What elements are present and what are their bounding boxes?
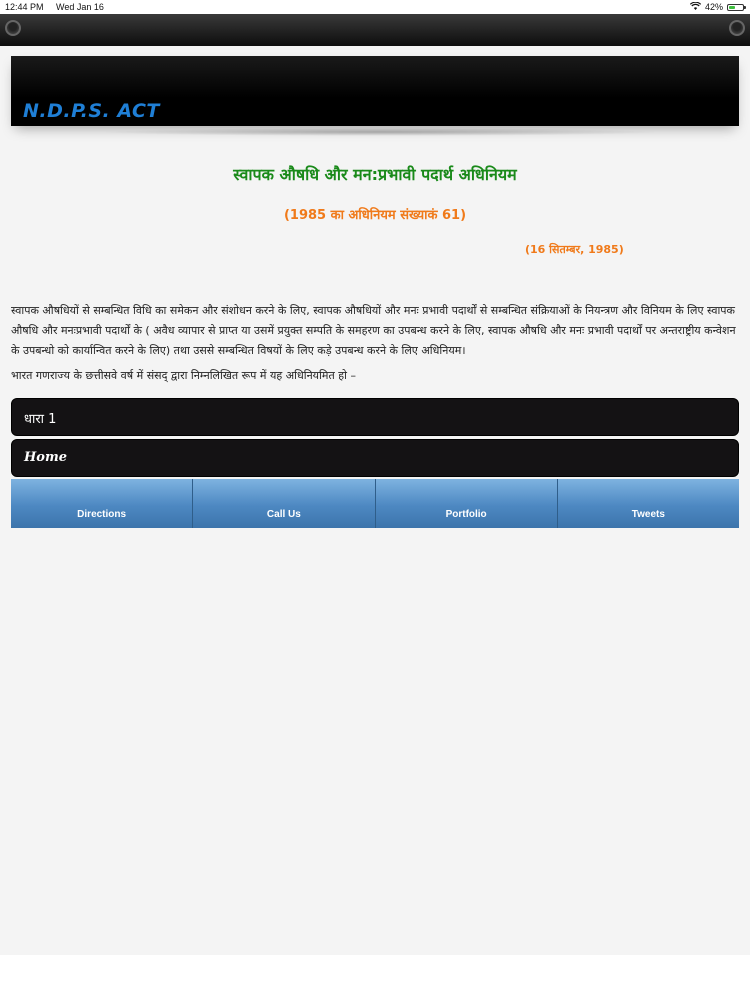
tab-label: Portfolio: [445, 509, 487, 520]
act-number: (1985 का अधिनियम संख्याकं 61): [283, 208, 467, 223]
wifi-icon: [689, 1, 702, 12]
battery-percent: 42%: [704, 2, 723, 12]
home-button[interactable]: Home: [11, 439, 739, 477]
app-toolbar: [0, 14, 750, 46]
act-date: (16 सितम्बर, 1985): [525, 243, 624, 256]
battery-icon: [727, 3, 746, 11]
act-title: स्वापक औषधि और मन:प्रभावी पदार्थ अधिनियम: [233, 165, 517, 184]
menu-button[interactable]: [729, 20, 745, 36]
tab-tweets[interactable]: Tweets: [557, 479, 739, 528]
header-banner: N.D.P.S. ACT: [11, 56, 739, 126]
back-button[interactable]: [5, 20, 21, 36]
status-bar: 12:44 PM Wed Jan 16 42%: [0, 0, 750, 14]
bottom-strip: [0, 955, 750, 1000]
preamble-text: स्वापक औषधियों से सम्बन्धित विधि का समेक…: [11, 304, 736, 357]
app-title: N.D.P.S. ACT: [23, 100, 160, 122]
bottom-tab-bar: Directions Call Us Portfolio Tweets: [11, 479, 739, 528]
banner-shadow: [100, 128, 660, 136]
status-time: 12:44 PM: [5, 2, 44, 12]
tab-directions[interactable]: Directions: [11, 479, 194, 528]
section-1-label: धारा 1: [24, 412, 57, 427]
section-1-button[interactable]: धारा 1: [11, 398, 739, 436]
tab-label: Tweets: [631, 509, 665, 520]
tab-label: Directions: [77, 509, 127, 520]
status-date: Wed Jan 16: [56, 2, 104, 12]
enactment-text: भारत गणराज्य के छत्तीसवे वर्ष में संसद् …: [11, 369, 356, 382]
tab-label: Call Us: [266, 509, 301, 520]
home-label: Home: [24, 450, 67, 465]
tab-call-us[interactable]: Call Us: [193, 479, 376, 528]
tab-portfolio[interactable]: Portfolio: [375, 479, 558, 528]
